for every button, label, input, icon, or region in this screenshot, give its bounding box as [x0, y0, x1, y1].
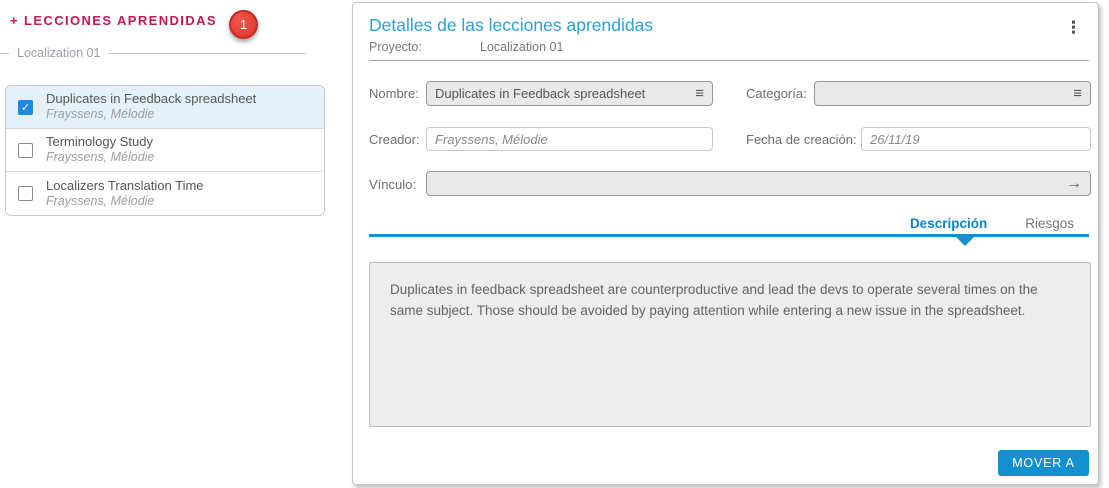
lesson-row-terminology[interactable]: Terminology Study Frayssens, Mélodie — [6, 129, 324, 172]
header-divider — [369, 60, 1089, 61]
lesson-author: Frayssens, Mélodie — [46, 194, 204, 210]
details-panel: Detalles de las lecciones aprendidas ⋮ P… — [352, 2, 1099, 485]
description-textarea[interactable]: Duplicates in feedback spreadsheet are c… — [369, 262, 1091, 427]
lesson-row-duplicates[interactable]: ✓ Duplicates in Feedback spreadsheet Fra… — [6, 86, 324, 129]
lesson-title: Duplicates in Feedback spreadsheet — [46, 91, 256, 107]
divider-line — [108, 53, 306, 54]
checkbox-unchecked-icon[interactable] — [18, 143, 33, 158]
vinculo-input[interactable]: → — [426, 171, 1091, 196]
lesson-title: Localizers Translation Time — [46, 178, 204, 194]
lesson-texts: Localizers Translation Time Frayssens, M… — [46, 178, 204, 210]
project-group-divider: Localization 01 — [0, 46, 306, 60]
fecha-creacion-value: 26/11/19 — [870, 132, 1082, 147]
lesson-author: Frayssens, Mélodie — [46, 150, 154, 166]
divider-dash — [0, 53, 9, 54]
active-tab-pointer — [956, 237, 974, 246]
categoria-input[interactable]: ≡ — [814, 81, 1091, 106]
lesson-author: Frayssens, Mélodie — [46, 107, 256, 123]
nombre-input[interactable]: Duplicates in Feedback spreadsheet ≡ — [426, 81, 713, 106]
tab-riesgos[interactable]: Riesgos — [1025, 216, 1074, 231]
lesson-list: ✓ Duplicates in Feedback spreadsheet Fra… — [5, 85, 325, 216]
kebab-menu-icon[interactable]: ⋮ — [1065, 19, 1082, 36]
vinculo-label: Vínculo: — [369, 177, 416, 192]
categoria-label: Categoría: — [746, 86, 807, 101]
project-group-label: Localization 01 — [9, 46, 108, 60]
add-lecciones-link[interactable]: + LECCIONES APRENDIDAS — [10, 13, 217, 28]
mover-a-button[interactable]: MOVER A — [998, 450, 1089, 476]
creador-label: Creador: — [369, 132, 420, 147]
detail-tabs: Descripción Riesgos — [910, 216, 1074, 231]
sidebar: + LECCIONES APRENDIDAS Localization 01 ✓… — [0, 0, 330, 488]
nombre-value: Duplicates in Feedback spreadsheet — [435, 86, 689, 101]
arrow-right-icon[interactable]: → — [1066, 176, 1082, 192]
menu-icon[interactable]: ≡ — [695, 86, 704, 101]
app-root: + LECCIONES APRENDIDAS Localization 01 ✓… — [0, 0, 1109, 488]
lesson-row-localizers[interactable]: Localizers Translation Time Frayssens, M… — [6, 172, 324, 215]
creador-input[interactable]: Frayssens, Mélodie — [426, 127, 713, 151]
project-value: Localization 01 — [480, 40, 563, 54]
creador-value: Frayssens, Mélodie — [435, 132, 704, 147]
project-label: Proyecto: — [369, 40, 480, 54]
checkbox-unchecked-icon[interactable] — [18, 186, 33, 201]
lesson-title: Terminology Study — [46, 134, 154, 150]
nombre-label: Nombre: — [369, 86, 419, 101]
project-row: Proyecto:Localization 01 — [369, 40, 563, 54]
tab-descripcion[interactable]: Descripción — [910, 216, 987, 231]
lesson-texts: Terminology Study Frayssens, Mélodie — [46, 134, 154, 166]
panel-title: Detalles de las lecciones aprendidas — [369, 15, 653, 36]
annotation-badge-1: 1 — [229, 10, 258, 39]
fecha-creacion-label: Fecha de creación: — [746, 132, 857, 147]
menu-icon[interactable]: ≡ — [1073, 86, 1082, 101]
checkbox-checked-icon[interactable]: ✓ — [18, 100, 33, 115]
fecha-creacion-input[interactable]: 26/11/19 — [861, 127, 1091, 151]
tab-underline — [369, 234, 1089, 237]
lesson-texts: Duplicates in Feedback spreadsheet Frays… — [46, 91, 256, 123]
